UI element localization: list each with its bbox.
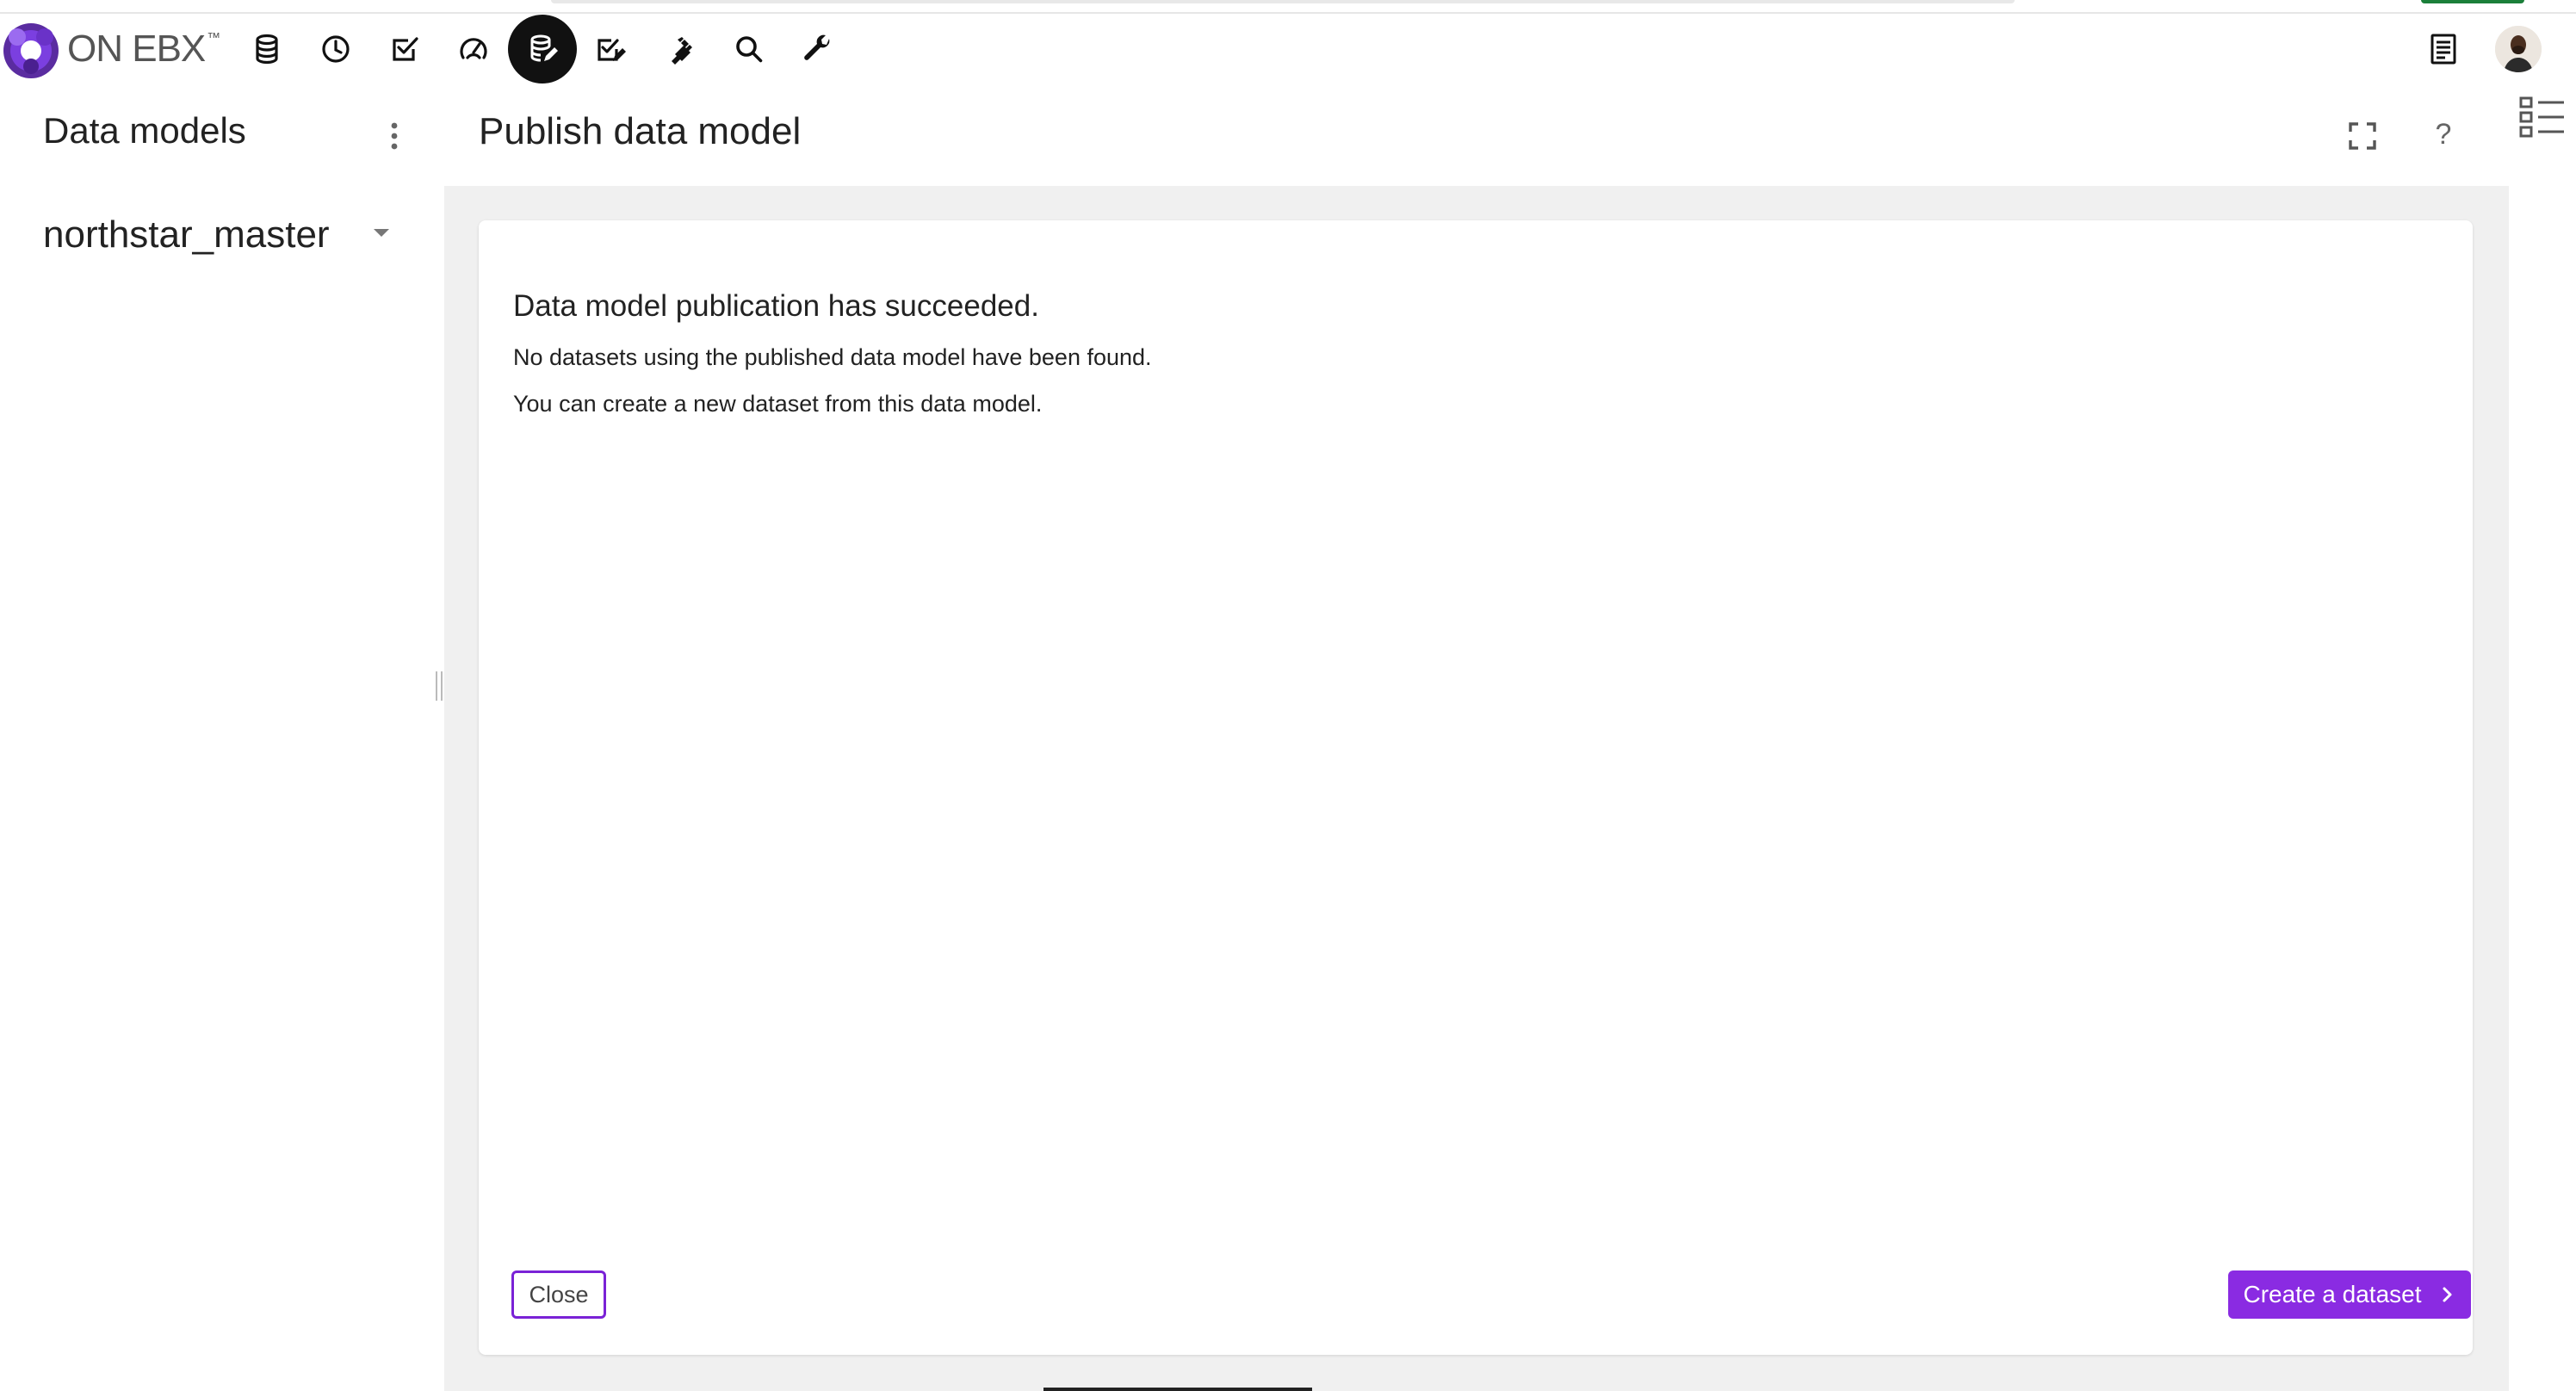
task-check-icon[interactable] [370, 15, 439, 83]
app-header: ON EBX ™ [0, 14, 2576, 84]
brand-name: ON EBX ™ [67, 28, 220, 70]
page-title: Publish data model [479, 110, 802, 152]
main-panel: Publish data model ? Data model publicat… [444, 84, 2576, 1391]
database-icon[interactable] [232, 15, 301, 83]
brand-logo[interactable]: ON EBX ™ [0, 14, 220, 84]
publication-result-card: Data model publication has succeeded. No… [479, 220, 2473, 1355]
header-actions [2418, 14, 2576, 84]
plugin-icon[interactable] [646, 15, 715, 83]
status-indicator [2421, 0, 2524, 3]
main-navigation [232, 14, 852, 84]
user-avatar[interactable] [2495, 26, 2542, 72]
chevron-down-icon [374, 229, 389, 237]
work-items-list-icon[interactable] [2418, 23, 2469, 75]
fullscreen-icon[interactable] [2347, 121, 2378, 151]
result-message-line: No datasets using the published data mod… [513, 344, 1152, 370]
create-dataset-button[interactable]: Create a dataset [2228, 1270, 2471, 1319]
selected-model-label: northstar_master [43, 213, 330, 256]
dashboard-gauge-icon[interactable] [439, 15, 508, 83]
search-icon[interactable] [715, 15, 783, 83]
close-button[interactable]: Close [511, 1270, 606, 1319]
workflow-edit-icon[interactable] [577, 15, 646, 83]
ebx-logo-icon [3, 23, 59, 78]
result-heading: Data model publication has succeeded. [513, 289, 1039, 323]
close-button-label: Close [529, 1281, 589, 1308]
home-indicator [1043, 1388, 1312, 1391]
help-icon[interactable]: ? [2426, 114, 2461, 155]
main-header: Publish data model ? [444, 84, 2576, 186]
data-model-selector[interactable]: northstar_master [43, 213, 396, 257]
more-options-icon[interactable] [386, 121, 403, 151]
data-modeling-icon[interactable] [508, 15, 577, 83]
administration-wrench-icon[interactable] [783, 15, 852, 83]
content-area: Data model publication has succeeded. No… [444, 186, 2509, 1391]
data-models-panel: Data models northstar_master [0, 84, 444, 1391]
chevron-right-icon [2437, 1285, 2456, 1304]
create-dataset-label: Create a dataset [2243, 1281, 2422, 1308]
panel-resize-handle[interactable] [436, 671, 443, 701]
browser-top-strip [0, 0, 2576, 14]
table-of-contents-icon[interactable] [2517, 93, 2566, 141]
address-bar-edge [551, 0, 2015, 3]
panel-title: Data models [43, 110, 246, 151]
result-message-line: You can create a new dataset from this d… [513, 391, 1043, 417]
history-clock-icon[interactable] [301, 15, 370, 83]
